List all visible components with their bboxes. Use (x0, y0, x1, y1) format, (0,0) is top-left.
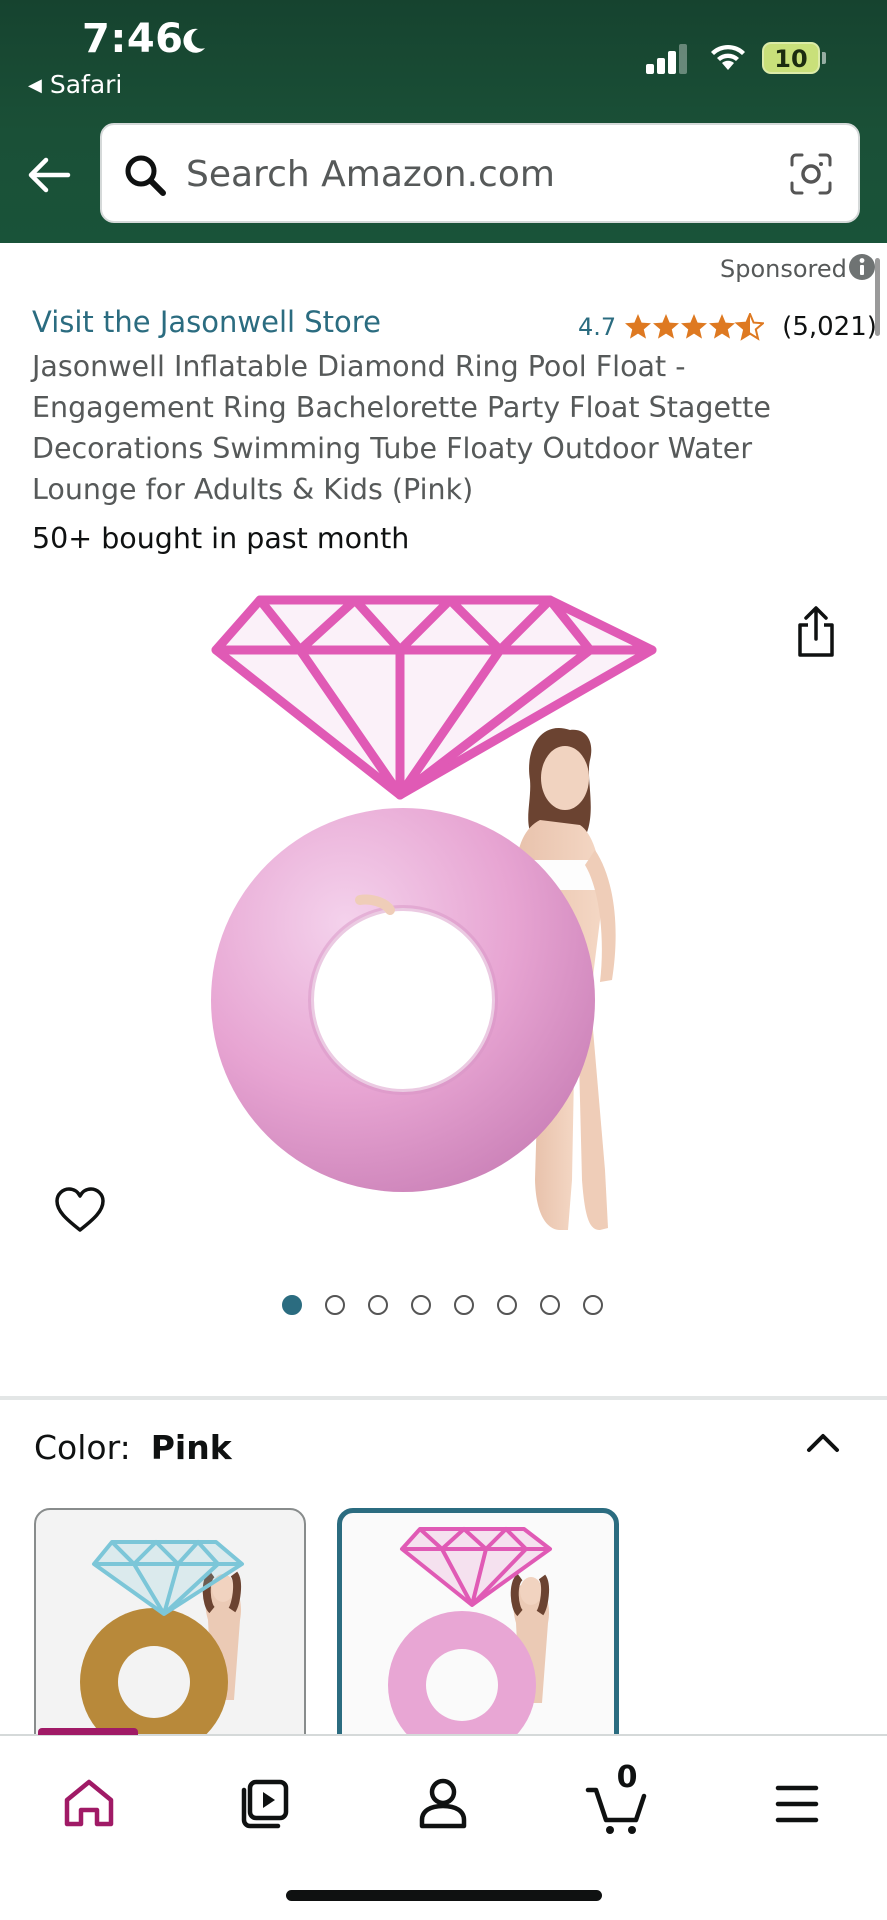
back-to-safari[interactable]: ◀ Safari (28, 70, 122, 99)
home-indicator[interactable] (286, 1890, 602, 1901)
carousel-dot[interactable] (540, 1295, 560, 1315)
cart-button[interactable]: 0 (574, 1760, 664, 1844)
status-time: 7:46 (82, 16, 184, 62)
product-title: Jasonwell Inflatable Diamond Ring Pool F… (32, 350, 771, 506)
store-link[interactable]: Visit the Jasonwell Store (32, 305, 381, 339)
color-selector-header[interactable]: Color: Pink (34, 1428, 232, 1467)
color-swatch-gold[interactable] (34, 1508, 306, 1758)
chevron-up-icon[interactable] (803, 1428, 843, 1458)
star-rating-icon (625, 313, 765, 340)
back-triangle-icon: ◀ (28, 75, 42, 96)
color-label: Color: (34, 1428, 131, 1467)
sponsored-label: Sponsored (720, 255, 847, 283)
share-icon[interactable] (792, 605, 840, 659)
search-box[interactable] (100, 123, 860, 223)
battery-level: 10 (774, 45, 808, 73)
section-divider (0, 1396, 887, 1400)
carousel-dot[interactable] (454, 1295, 474, 1315)
carousel-dot[interactable] (583, 1295, 603, 1315)
rating-summary[interactable]: 4.7 (5,021) (578, 310, 877, 344)
account-icon[interactable] (398, 1764, 488, 1844)
signal-icon (646, 44, 687, 74)
swatch-image-gold (80, 1540, 244, 1756)
back-app-label: Safari (49, 70, 123, 99)
image-carousel-dots[interactable] (282, 1295, 603, 1319)
color-swatch-pink[interactable] (337, 1508, 619, 1758)
battery-indicator: 10 (762, 42, 826, 74)
rating-count: (5,021) (782, 312, 877, 342)
search-icon (125, 155, 166, 196)
moon-icon (183, 28, 205, 53)
cart-count: 0 (616, 1760, 638, 1795)
selected-color: Pink (150, 1428, 232, 1467)
carousel-dot[interactable] (411, 1295, 431, 1315)
top-header: 7:46 ◀ Safari 10 (0, 0, 887, 243)
rating-value: 4.7 (578, 313, 617, 341)
camera-search-icon[interactable] (788, 151, 834, 197)
heart-icon[interactable] (54, 1186, 106, 1234)
back-arrow-icon[interactable] (24, 150, 74, 200)
carousel-dot[interactable] (497, 1295, 517, 1315)
swatch-image-pink (388, 1527, 552, 1753)
carousel-dot[interactable] (282, 1295, 302, 1315)
search-input[interactable] (186, 143, 746, 205)
product-image[interactable] (180, 580, 700, 1250)
battery-cap (822, 52, 826, 64)
info-icon[interactable] (848, 253, 876, 281)
carousel-dot[interactable] (325, 1295, 345, 1315)
menu-icon[interactable] (752, 1764, 842, 1844)
video-icon[interactable] (222, 1764, 312, 1844)
carousel-dot[interactable] (368, 1295, 388, 1315)
bought-in-past-month: 50+ bought in past month (32, 522, 410, 555)
wifi-icon (711, 44, 745, 70)
active-tab-indicator (38, 1728, 138, 1735)
home-icon[interactable] (44, 1764, 134, 1844)
